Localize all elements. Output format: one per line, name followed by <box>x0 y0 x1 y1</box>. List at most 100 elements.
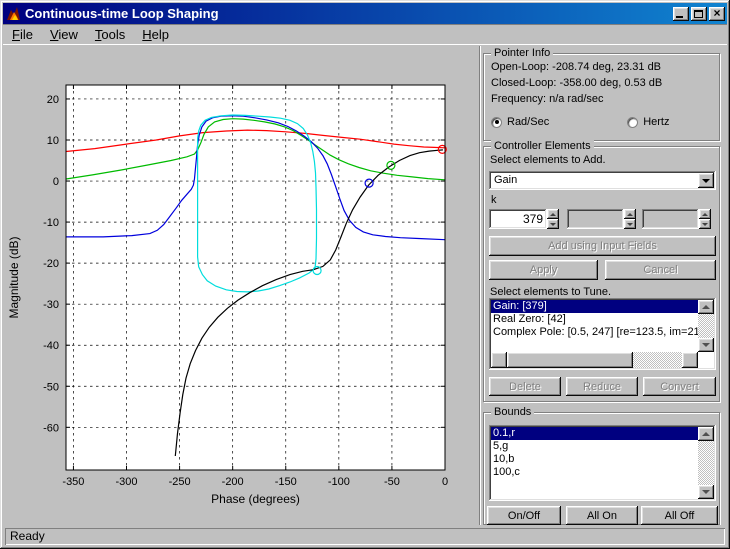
controller-elements-title: Controller Elements <box>491 140 594 152</box>
y-axis-label: Magnitude (dB) <box>7 236 21 318</box>
menu-help[interactable]: Help <box>140 26 171 43</box>
scroll-down-button[interactable] <box>698 338 714 352</box>
spinner-up-button[interactable] <box>547 209 559 219</box>
radio-selected-icon <box>491 117 502 128</box>
pointer-info-title: Pointer Info <box>491 47 553 59</box>
y-tick-label: -60 <box>43 422 59 434</box>
y-tick-label: 0 <box>53 176 59 188</box>
scroll-up-button[interactable] <box>698 300 714 314</box>
reduce-button[interactable]: Reduce <box>566 377 638 396</box>
figure-area: -350-300-250-200-150-100-50020100-10-20-… <box>2 46 479 526</box>
bounds-list-vscrollbar[interactable] <box>698 427 714 499</box>
element-type-dropdown[interactable]: Gain <box>489 171 716 190</box>
x-tick-label: -50 <box>384 476 400 488</box>
closed-loop-readout: Closed-Loop: -358.00 deg, 0.53 dB <box>491 77 662 89</box>
triangle-down-icon <box>627 223 633 226</box>
on-off-button[interactable]: On/Off <box>487 506 561 525</box>
spinner-up-button <box>624 209 636 219</box>
open-loop-readout: Open-Loop: -208.74 deg, 23.31 dB <box>491 61 661 73</box>
x-tick-label: -300 <box>115 476 137 488</box>
status-message: Ready <box>5 528 725 545</box>
menubar: File View Tools Help <box>3 24 727 45</box>
triangle-up-icon <box>550 213 556 216</box>
y-tick-label: 20 <box>47 94 59 106</box>
param2-input-disabled <box>567 209 624 229</box>
bounds-title: Bounds <box>491 406 534 418</box>
pointer-info-group: Pointer Info Open-Loop: -208.74 deg, 23.… <box>483 53 720 141</box>
all-on-button[interactable]: All On <box>566 506 638 525</box>
spinner-down-button[interactable] <box>547 219 559 229</box>
menu-view[interactable]: View <box>48 26 80 43</box>
triangle-up-icon <box>702 305 710 309</box>
radio-rad-sec[interactable]: Rad/Sec <box>491 116 549 128</box>
list-item[interactable]: 10,b <box>491 453 698 466</box>
menu-file[interactable]: File <box>10 26 35 43</box>
spinner-down-button <box>699 219 711 229</box>
add-elements-label: Select elements to Add. <box>490 154 606 166</box>
triangle-down-icon <box>702 223 708 226</box>
tune-elements-label: Select elements to Tune. <box>490 286 611 298</box>
bounds-listbox[interactable]: 0.1,r5,g10,b100,c <box>489 425 716 501</box>
element-type-value: Gain <box>494 174 517 186</box>
dropdown-button[interactable] <box>698 173 714 188</box>
chevron-down-icon <box>702 179 710 183</box>
y-tick-label: 10 <box>47 135 59 147</box>
gain-spinner[interactable] <box>547 209 559 229</box>
maximize-icon <box>694 10 703 18</box>
matlab-icon <box>6 6 22 22</box>
right-panel: Pointer Info Open-Loop: -208.74 deg, 23.… <box>481 46 727 526</box>
list-item[interactable]: Gain: [379] <box>491 300 698 313</box>
minimize-button[interactable] <box>673 7 689 21</box>
controller-elements-group: Controller Elements Select elements to A… <box>483 146 720 402</box>
param3-spinner <box>699 209 711 229</box>
cancel-button[interactable]: Cancel <box>605 260 716 280</box>
y-tick-label: -40 <box>43 340 59 352</box>
list-item[interactable]: Real Zero: [42] <box>491 313 698 326</box>
scroll-up-button[interactable] <box>698 427 714 441</box>
x-tick-label: 0 <box>442 476 448 488</box>
y-tick-label: -10 <box>43 217 59 229</box>
titlebar[interactable]: Continuous-time Loop Shaping × <box>3 3 727 24</box>
spinner-up-button <box>699 209 711 219</box>
tune-elements-listbox[interactable]: Gain: [379]Real Zero: [42]Complex Pole: … <box>489 298 716 370</box>
list-item[interactable]: Complex Pole: [0.5, 247] [re=123.5, im=2… <box>491 326 698 339</box>
convert-button[interactable]: Convert <box>643 377 716 396</box>
all-off-button[interactable]: All Off <box>641 506 718 525</box>
triangle-down-icon <box>702 343 710 347</box>
list-item[interactable]: 5,g <box>491 440 698 453</box>
delete-button[interactable]: Delete <box>489 377 561 396</box>
add-using-input-fields-button[interactable]: Add using Input Fields <box>489 236 716 256</box>
radio-hertz[interactable]: Hertz <box>627 116 669 128</box>
gain-value-input[interactable] <box>489 209 547 229</box>
param3-input-disabled <box>642 209 699 229</box>
y-tick-label: -50 <box>43 381 59 393</box>
y-tick-label: -20 <box>43 258 59 270</box>
list-item[interactable]: 0.1,r <box>491 427 698 440</box>
menu-tools[interactable]: Tools <box>93 26 127 43</box>
bounds-group: Bounds 0.1,r5,g10,b100,c On/Off All On A… <box>483 412 720 525</box>
close-button[interactable]: × <box>709 7 725 21</box>
triangle-up-icon <box>627 213 633 216</box>
triangle-down-icon <box>702 490 710 494</box>
x-tick-label: -100 <box>328 476 350 488</box>
scroll-down-button[interactable] <box>698 485 714 499</box>
statusbar: Ready <box>3 525 727 546</box>
tune-list-vscrollbar[interactable] <box>698 300 714 352</box>
scroll-left-button[interactable] <box>491 352 507 368</box>
x-tick-label: -250 <box>169 476 191 488</box>
param2-spinner <box>624 209 636 229</box>
x-tick-label: -200 <box>222 476 244 488</box>
hscroll-thumb[interactable] <box>507 352 633 368</box>
maximize-button[interactable] <box>691 7 707 21</box>
scroll-right-button[interactable] <box>682 352 698 368</box>
apply-button[interactable]: Apply <box>489 260 598 280</box>
list-item[interactable]: 100,c <box>491 466 698 479</box>
minimize-icon <box>676 16 683 18</box>
main-window: Continuous-time Loop Shaping × File View… <box>0 0 730 549</box>
tune-list-hscrollbar[interactable] <box>491 352 698 368</box>
x-tick-label: -350 <box>62 476 84 488</box>
triangle-up-icon <box>702 432 710 436</box>
nichols-plot[interactable]: -350-300-250-200-150-100-50020100-10-20-… <box>2 46 479 526</box>
spinner-down-button <box>624 219 636 229</box>
triangle-down-icon <box>550 223 556 226</box>
